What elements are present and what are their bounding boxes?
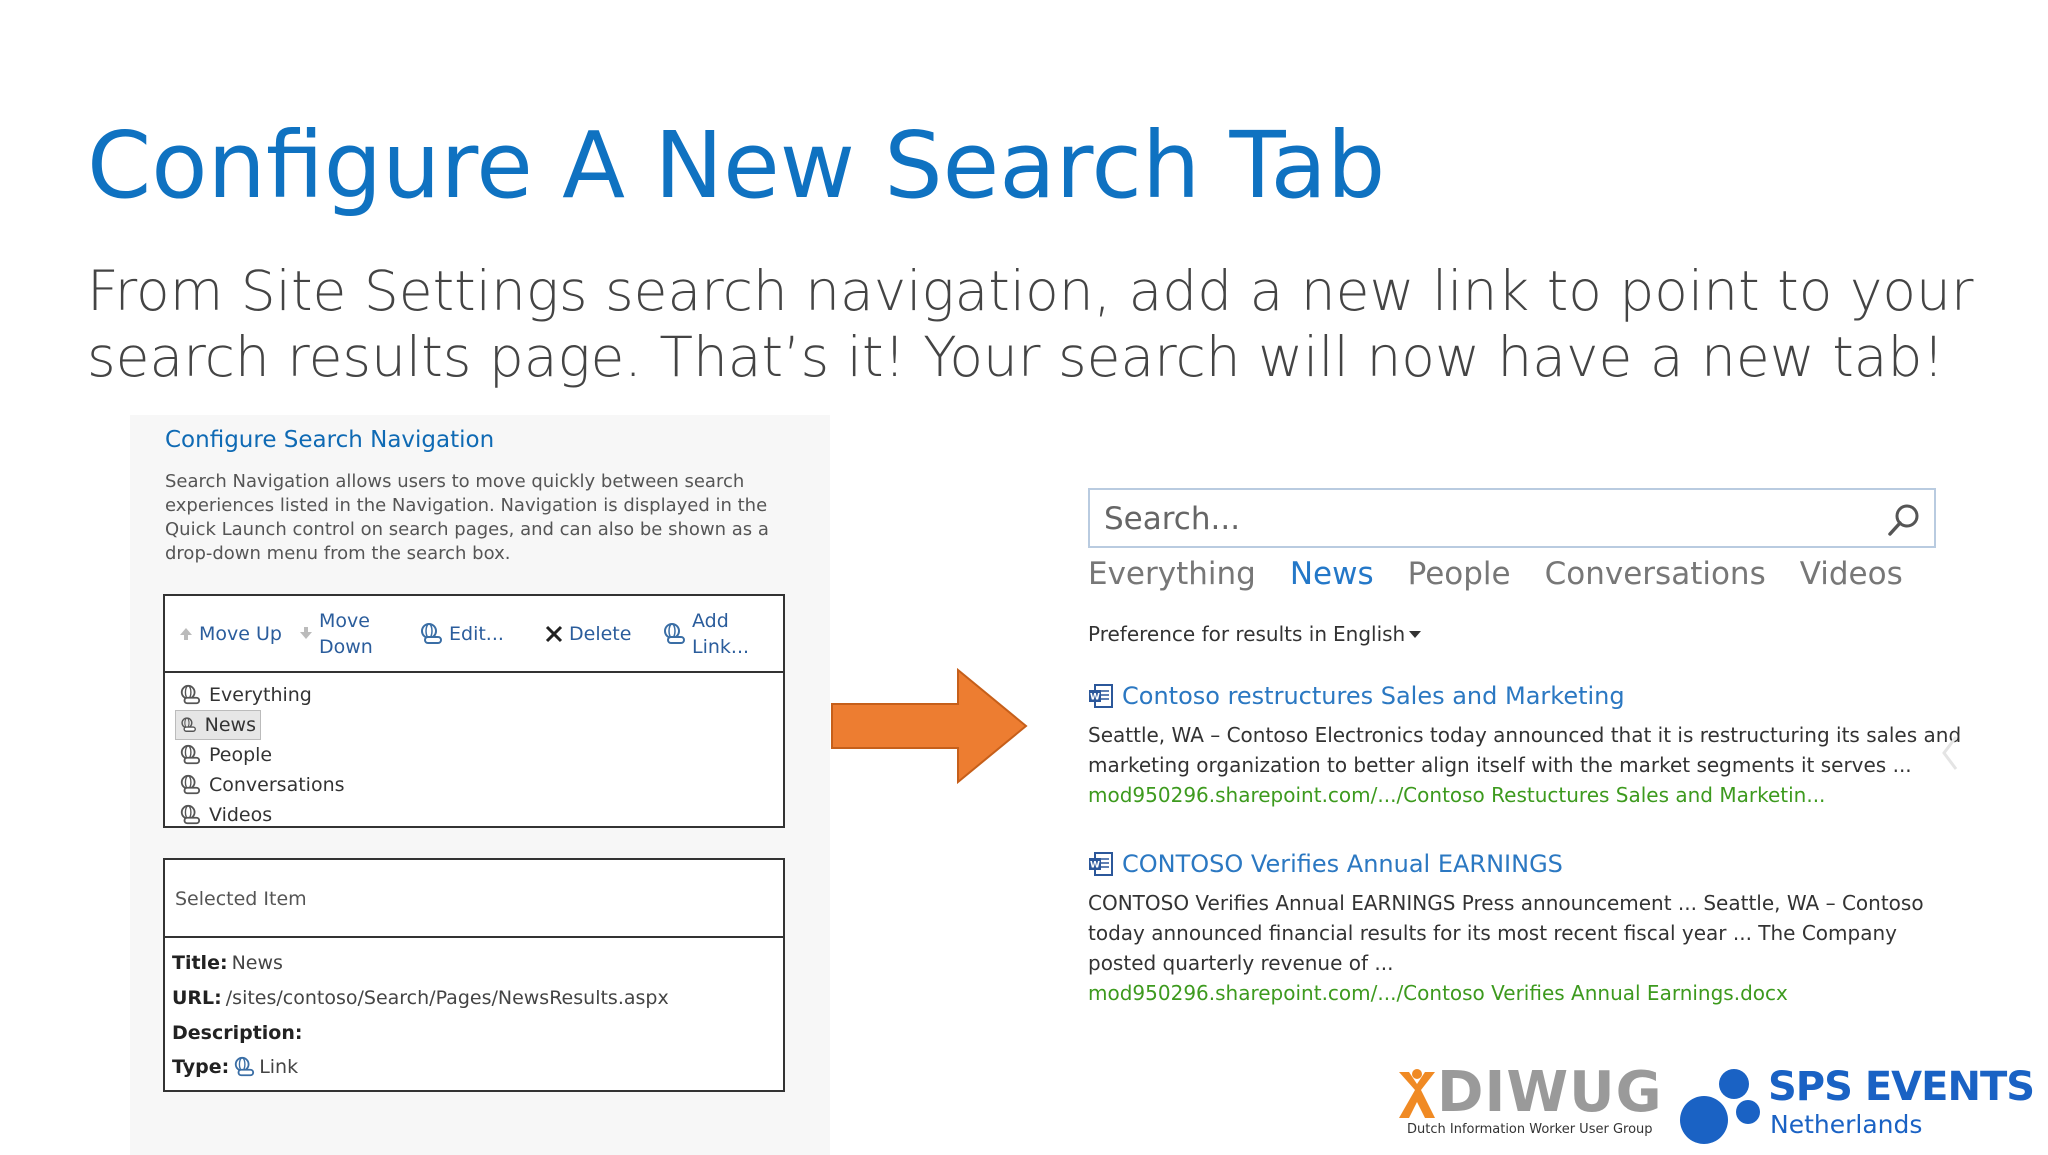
url-value: /sites/contoso/Search/Pages/NewsResults.… bbox=[225, 987, 669, 1009]
selected-url-row: URL: /sites/contoso/Search/Pages/NewsRes… bbox=[172, 987, 669, 1009]
result-title: CONTOSO Verifies Annual EARNINGS bbox=[1122, 850, 1563, 878]
right-arrow-icon bbox=[831, 668, 1028, 784]
add-link-label-line1: Add bbox=[692, 610, 729, 632]
nav-item-everything[interactable]: Everything bbox=[175, 680, 349, 710]
sps-events-logo: SPS EVENTS Netherlands bbox=[1676, 1062, 2035, 1148]
selected-item-header: Selected Item bbox=[165, 860, 783, 938]
config-description: Search Navigation allows users to move q… bbox=[165, 471, 769, 564]
result-description: Seattle, WA – Contoso Electronics today … bbox=[1088, 723, 1962, 777]
result-description: CONTOSO Verifies Annual EARNINGS Press a… bbox=[1088, 891, 1924, 975]
delete-x-icon bbox=[545, 625, 563, 643]
language-value: English bbox=[1333, 622, 1406, 646]
svg-text:W: W bbox=[1090, 693, 1100, 703]
delete-button[interactable]: Delete bbox=[545, 621, 631, 647]
search-result: W Contoso restructures Sales and Marketi… bbox=[1088, 682, 1968, 807]
diwug-tagline: Dutch Information Worker User Group bbox=[1407, 1122, 1653, 1137]
add-link-button[interactable]: Add Link... bbox=[662, 608, 749, 660]
search-result: W CONTOSO Verifies Annual EARNINGS CONTO… bbox=[1088, 850, 1968, 1005]
move-down-label-line1: Move bbox=[319, 610, 370, 632]
title-value: News bbox=[231, 952, 283, 974]
slide-subtitle: From Site Settings search navigation, ad… bbox=[87, 259, 1974, 389]
selected-title-row: Title: News bbox=[172, 952, 283, 974]
link-icon bbox=[180, 774, 201, 795]
nav-item-conversations[interactable]: Conversations bbox=[175, 770, 349, 800]
sps-wordmark: SPS EVENTS bbox=[1768, 1064, 2035, 1110]
type-label: Type: bbox=[172, 1056, 230, 1078]
title-label: Title: bbox=[172, 952, 228, 974]
svg-text:W: W bbox=[1090, 861, 1100, 871]
search-box bbox=[1088, 488, 1936, 548]
result-url[interactable]: mod950296.sharepoint.com/.../Contoso Res… bbox=[1088, 783, 1968, 807]
url-label: URL: bbox=[172, 987, 222, 1009]
move-down-label-line2: Down bbox=[319, 636, 373, 658]
nav-item-videos[interactable]: Videos bbox=[175, 800, 349, 830]
diwug-x-icon bbox=[1399, 1069, 1435, 1118]
search-icon[interactable] bbox=[1886, 502, 1922, 538]
result-url[interactable]: mod950296.sharepoint.com/.../Contoso Ver… bbox=[1088, 981, 1968, 1005]
selected-description-row: Description: bbox=[172, 1022, 303, 1044]
link-icon bbox=[180, 744, 201, 765]
navigation-list: Everything News People Conversations Vid… bbox=[175, 680, 349, 830]
selected-type-row: Type: Link bbox=[172, 1056, 298, 1078]
move-up-button[interactable]: Move Up bbox=[179, 621, 282, 647]
result-title: Contoso restructures Sales and Marketing bbox=[1122, 682, 1625, 710]
search-tabs: Everything News People Conversations Vid… bbox=[1088, 556, 1937, 592]
link-icon bbox=[421, 623, 442, 644]
move-up-label: Move Up bbox=[199, 623, 282, 645]
tab-everything[interactable]: Everything bbox=[1088, 556, 1256, 592]
nav-item-label: Videos bbox=[209, 804, 273, 826]
word-doc-icon: W bbox=[1089, 684, 1113, 708]
nav-item-people[interactable]: People bbox=[175, 740, 349, 770]
nav-item-label: Conversations bbox=[209, 774, 345, 796]
config-heading: Configure Search Navigation bbox=[165, 427, 495, 453]
sps-subtitle: Netherlands bbox=[1770, 1110, 1923, 1139]
tab-news[interactable]: News bbox=[1290, 556, 1374, 592]
slide-title: Configure A New Search Tab bbox=[87, 112, 1386, 219]
tab-videos[interactable]: Videos bbox=[1800, 556, 1903, 592]
link-icon bbox=[235, 1056, 255, 1077]
edit-button[interactable]: Edit... bbox=[419, 621, 504, 647]
result-title-link[interactable]: W CONTOSO Verifies Annual EARNINGS bbox=[1088, 850, 1968, 878]
nav-item-label: People bbox=[209, 744, 273, 766]
diwug-wordmark: DIWUG bbox=[1437, 1060, 1663, 1125]
result-title-link[interactable]: W Contoso restructures Sales and Marketi… bbox=[1088, 682, 1968, 710]
chevron-down-icon bbox=[1409, 630, 1422, 638]
link-icon bbox=[181, 717, 196, 732]
delete-label: Delete bbox=[569, 623, 632, 645]
type-value: Link bbox=[259, 1056, 299, 1078]
preference-label: Preference for results in bbox=[1088, 622, 1328, 646]
link-icon bbox=[180, 684, 201, 705]
link-icon bbox=[180, 804, 201, 825]
move-down-button[interactable]: Move Down bbox=[299, 608, 373, 660]
chevron-left-icon[interactable] bbox=[1940, 735, 1960, 771]
description-label: Description: bbox=[172, 1022, 303, 1044]
nav-item-label: News bbox=[204, 714, 256, 736]
language-dropdown[interactable]: English bbox=[1333, 622, 1422, 646]
nav-item-label: Everything bbox=[209, 684, 312, 706]
navigation-toolbar: Move Up Move Down Edit... Delete Add Lin… bbox=[165, 596, 783, 673]
nav-item-news[interactable]: News bbox=[175, 710, 261, 740]
diwug-logo: DIWUG Dutch Information Worker User Grou… bbox=[1395, 1060, 1662, 1146]
navigation-list-panel: Move Up Move Down Edit... Delete Add Lin… bbox=[163, 594, 785, 828]
language-preference: Preference for results in English bbox=[1088, 622, 1422, 646]
add-link-icon bbox=[664, 623, 685, 644]
tab-people[interactable]: People bbox=[1408, 556, 1511, 592]
add-link-label-line2: Link... bbox=[692, 636, 750, 658]
selected-item-panel: Selected Item Title: News URL: /sites/co… bbox=[163, 858, 785, 1092]
arrow-down-icon bbox=[300, 627, 312, 639]
edit-label: Edit... bbox=[449, 623, 504, 645]
tab-conversations[interactable]: Conversations bbox=[1545, 556, 1766, 592]
arrow-up-icon bbox=[180, 628, 192, 640]
sps-dots-icon bbox=[1680, 1069, 1760, 1144]
search-input[interactable] bbox=[1102, 498, 1866, 540]
word-doc-icon: W bbox=[1089, 852, 1113, 876]
